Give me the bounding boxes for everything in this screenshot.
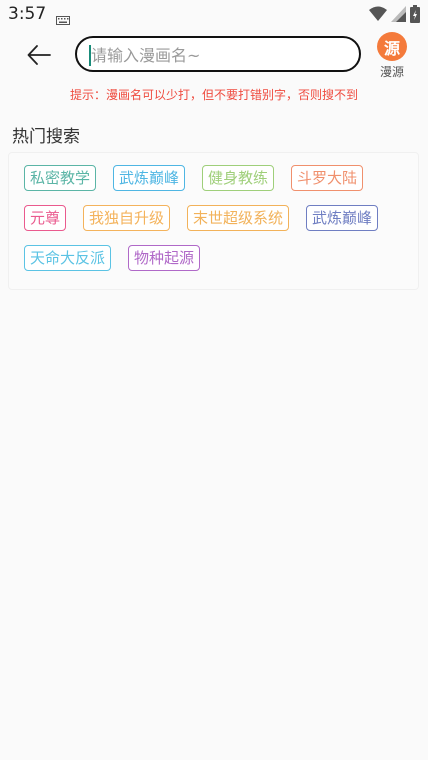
- hot-tag[interactable]: 斗罗大陆: [291, 165, 364, 191]
- search-input[interactable]: [87, 43, 351, 67]
- source-label: 漫源: [379, 65, 404, 79]
- arrow-left-icon: [27, 45, 51, 69]
- hot-search-tags: 私密教学 武炼巅峰 健身教练 斗罗大陆 元尊 我独自升级 末世超级系统 武炼巅峰…: [8, 152, 419, 290]
- search-header: 源 漫源: [0, 32, 428, 80]
- wifi-icon: [369, 6, 387, 26]
- hot-tag[interactable]: 天命大反派: [24, 245, 112, 271]
- signal-icon: [391, 6, 406, 26]
- search-tip: 提示：漫画名可以少打，但不要打错别字，否则搜不到: [69, 88, 358, 102]
- hot-search-title: 热门搜索: [12, 127, 80, 147]
- battery-charging-icon: [410, 5, 420, 27]
- status-bar: 3:57: [0, 0, 428, 30]
- keyboard-icon: [56, 10, 70, 29]
- source-button[interactable]: 源 漫源: [374, 32, 410, 80]
- status-icons: [369, 5, 420, 27]
- status-time: 3:57: [8, 4, 47, 24]
- search-box[interactable]: [75, 36, 361, 72]
- hot-tag[interactable]: 我独自升级: [83, 205, 171, 231]
- hot-tag[interactable]: 武炼巅峰: [306, 205, 379, 231]
- hot-tag[interactable]: 末世超级系统: [187, 205, 290, 231]
- source-badge: 源: [377, 32, 407, 61]
- hot-tag[interactable]: 武炼巅峰: [113, 165, 186, 191]
- hot-tag[interactable]: 私密教学: [24, 165, 97, 191]
- hot-tag[interactable]: 健身教练: [202, 165, 275, 191]
- back-button[interactable]: [22, 40, 56, 74]
- hot-tag[interactable]: 物种起源: [128, 245, 201, 271]
- hot-tag[interactable]: 元尊: [24, 205, 67, 231]
